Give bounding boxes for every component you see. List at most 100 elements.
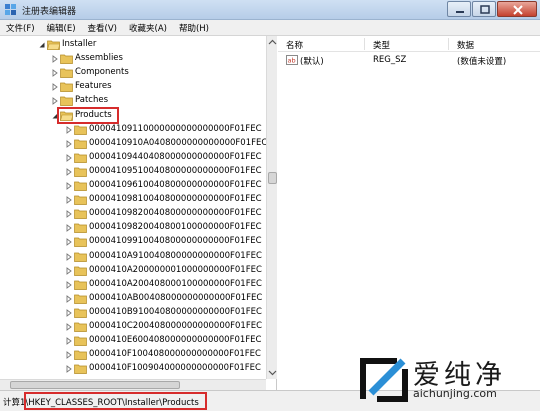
column-data[interactable]: 数据 xyxy=(457,36,474,52)
collapsed-arrow-icon[interactable] xyxy=(66,365,72,374)
menu-help[interactable]: 帮助(H) xyxy=(173,20,215,35)
tree-node-features[interactable]: Features xyxy=(0,80,268,94)
tree-node-label: 0000410AB00408000000000000F01FEC xyxy=(89,292,263,303)
tree-vertical-scroll-thumb[interactable] xyxy=(268,172,277,184)
selected-key-highlight xyxy=(57,106,119,124)
key-tree: Installer Assemblies Components Features Pat… xyxy=(0,36,277,390)
tree-node-product[interactable]: 00004109910040800000000000F01FEC xyxy=(0,235,268,249)
status-prefix: 计算 xyxy=(3,398,21,408)
tree-horizontal-scrollbar[interactable] xyxy=(0,379,266,390)
tree-node-label: 00004109110000000000000000F01FEC xyxy=(89,123,262,134)
column-type[interactable]: 类型 xyxy=(373,36,390,52)
collapsed-arrow-icon[interactable] xyxy=(66,252,72,261)
collapsed-arrow-icon[interactable] xyxy=(66,125,72,134)
minimize-icon xyxy=(456,11,464,13)
collapsed-arrow-icon[interactable] xyxy=(66,337,72,345)
collapsed-arrow-icon[interactable] xyxy=(52,69,58,78)
expanded-arrow-icon[interactable] xyxy=(39,41,45,49)
collapsed-arrow-icon[interactable] xyxy=(66,308,72,317)
folder-open-icon xyxy=(47,40,60,50)
collapsed-arrow-icon[interactable] xyxy=(66,351,72,360)
tree-node-product[interactable]: 0000410F100408000000000000F01FEC xyxy=(0,348,268,362)
collapsed-arrow-icon[interactable] xyxy=(52,55,58,63)
tree-node-label: 0000410E600408000000000000F01FEC xyxy=(89,335,262,346)
maximize-button[interactable] xyxy=(472,1,496,17)
collapsed-arrow-icon[interactable] xyxy=(66,224,72,233)
menu-bar: 文件(F) 编辑(E) 查看(V) 收藏夹(A) 帮助(H) xyxy=(0,20,540,36)
tree-node-product[interactable]: 00004109810040800000000000F01FEC xyxy=(0,193,268,207)
menu-edit[interactable]: 编辑(E) xyxy=(41,20,82,35)
scroll-up-icon[interactable] xyxy=(268,38,277,47)
tree-node-components[interactable]: Components xyxy=(0,66,268,80)
collapsed-arrow-icon[interactable] xyxy=(66,210,72,219)
folder-icon xyxy=(74,252,87,262)
close-button[interactable] xyxy=(497,1,537,17)
folder-icon xyxy=(74,280,87,290)
folder-icon xyxy=(74,181,87,191)
scroll-down-icon[interactable] xyxy=(268,368,277,377)
folder-icon xyxy=(74,223,87,234)
tree-node-label: Patches xyxy=(75,95,109,106)
tree-node-product[interactable]: 0000410A200000001000000000F01FEC xyxy=(0,264,268,278)
tree-node-patches[interactable]: Patches xyxy=(0,94,268,108)
folder-icon xyxy=(74,209,87,220)
collapsed-arrow-icon[interactable] xyxy=(66,238,72,247)
folder-icon xyxy=(60,82,73,93)
tree-node-product[interactable]: 0000410A200408000100000000F01FEC xyxy=(0,278,268,292)
collapsed-arrow-icon[interactable] xyxy=(66,196,72,204)
collapsed-arrow-icon[interactable] xyxy=(52,97,58,106)
collapsed-arrow-icon[interactable] xyxy=(66,153,72,162)
tree-node-product[interactable]: 00004109110000000000000000F01FEC xyxy=(0,123,268,137)
tree-node-installer[interactable]: Installer xyxy=(0,38,268,52)
tree-node-product[interactable]: 0000410910A0408000000000000F01FEC xyxy=(0,137,268,151)
tree-node-product[interactable]: 0000410B910040800000000000F01FEC xyxy=(0,306,268,320)
values-header xyxy=(278,36,540,52)
tree-node-label: 00004109610040800000000000F01FEC xyxy=(89,180,262,190)
collapsed-arrow-icon[interactable] xyxy=(66,139,72,148)
column-name[interactable]: 名称 xyxy=(286,36,303,52)
folder-icon xyxy=(74,125,87,135)
collapsed-arrow-icon[interactable] xyxy=(66,266,72,275)
minimize-button[interactable] xyxy=(447,1,471,17)
tree-node-product[interactable]: 00004109510040800000000000F01FEC xyxy=(0,165,268,179)
tree-node-label: Components xyxy=(75,67,129,78)
tree-node-label: 00004109910040800000000000F01FEC xyxy=(89,236,262,247)
tree-node-label: 0000410F100904000000000000F01FEC xyxy=(89,363,261,374)
menu-view[interactable]: 查看(V) xyxy=(82,20,123,35)
tree-node-label: 00004109820040800000000000F01FEC xyxy=(89,208,262,219)
value-row[interactable]: ab (默认) REG_SZ (数值未设置) xyxy=(278,53,540,67)
tree-node-assemblies[interactable]: Assemblies xyxy=(0,52,268,66)
tree-node-label: 00004109810040800000000000F01FEC xyxy=(89,194,262,205)
tree-node-products[interactable]: Products xyxy=(0,109,268,123)
tree-node-label: 0000410A200000001000000000F01FEC xyxy=(89,264,262,275)
collapsed-arrow-icon[interactable] xyxy=(66,182,72,190)
folder-icon xyxy=(74,238,87,248)
tree-node-product[interactable]: 00004109820040800100000000F01FEC xyxy=(0,221,268,235)
folder-icon xyxy=(74,167,87,177)
tree-node-label: 0000410A200408000100000000F01FEC xyxy=(89,278,262,289)
tree-vertical-scrollbar[interactable] xyxy=(266,36,277,379)
menu-file[interactable]: 文件(F) xyxy=(0,20,41,35)
tree-node-label: 00004109510040800000000000F01FEC xyxy=(89,165,262,176)
tree-node-product[interactable]: 0000410AB00408000000000000F01FEC xyxy=(0,292,268,306)
collapsed-arrow-icon[interactable] xyxy=(66,280,72,289)
tree-node-product[interactable]: 0000410E600408000000000000F01FEC xyxy=(0,334,268,348)
tree-horizontal-scroll-thumb[interactable] xyxy=(10,381,180,389)
folder-icon xyxy=(74,266,87,276)
tree-node-product[interactable]: 0000410F100904000000000000F01FEC xyxy=(0,362,268,376)
folder-icon xyxy=(74,350,87,361)
folder-icon xyxy=(60,68,73,79)
registry-editor-icon xyxy=(5,4,16,15)
collapsed-arrow-icon[interactable] xyxy=(66,323,72,331)
tree-node-label: Assemblies xyxy=(75,53,123,64)
collapsed-arrow-icon[interactable] xyxy=(66,167,72,176)
tree-node-product[interactable]: 0000410C200408000000000000F01FEC xyxy=(0,320,268,334)
tree-node-product[interactable]: 00004109610040800000000000F01FEC xyxy=(0,179,268,193)
collapsed-arrow-icon[interactable] xyxy=(52,83,58,92)
tree-node-product[interactable]: 0000410A910040800000000000F01FEC xyxy=(0,250,268,264)
folder-icon xyxy=(74,139,87,149)
tree-node-product[interactable]: 00004109440408000000000000F01FEC xyxy=(0,151,268,165)
collapsed-arrow-icon[interactable] xyxy=(66,294,72,303)
menu-favorites[interactable]: 收藏夹(A) xyxy=(123,20,173,35)
tree-node-product[interactable]: 00004109820040800000000000F01FEC xyxy=(0,207,268,221)
